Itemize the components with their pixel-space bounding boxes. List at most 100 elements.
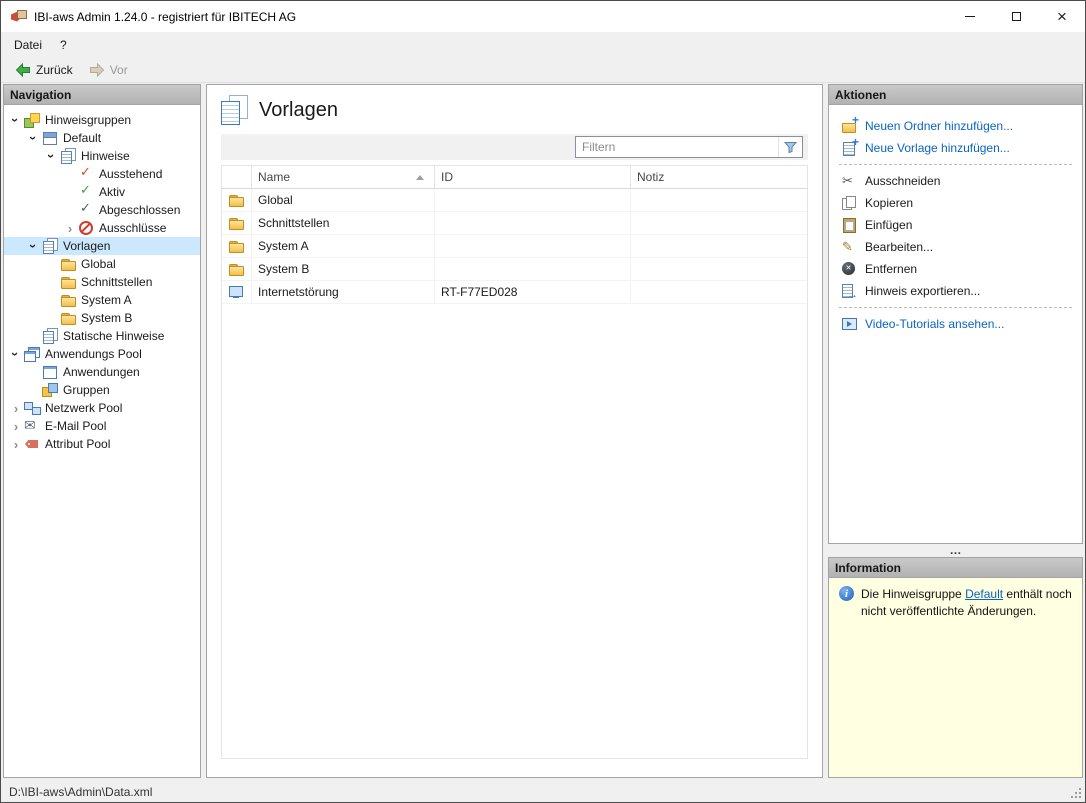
tree-item-label: Hinweise xyxy=(78,149,133,163)
cell-name: Schnittstellen xyxy=(252,212,435,234)
column-header-name[interactable]: Name xyxy=(252,166,435,188)
table-body: Global Schnittstellen xyxy=(222,189,807,758)
forward-button[interactable]: Vor xyxy=(83,60,134,80)
menu-item-help[interactable]: ? xyxy=(51,32,76,57)
column-header-id[interactable]: ID xyxy=(435,166,631,188)
column-label-name: Name xyxy=(258,170,290,184)
tree-item-system-b[interactable]: System B xyxy=(4,309,200,327)
page-title: Vorlagen xyxy=(259,99,338,122)
remove-icon xyxy=(841,261,857,277)
tree-item-default[interactable]: Default xyxy=(4,129,200,147)
action-paste[interactable]: Einfügen xyxy=(829,214,1082,236)
chevron-right-icon[interactable] xyxy=(8,436,24,452)
action-new-folder[interactable]: Neuen Ordner hinzufügen... xyxy=(829,115,1082,137)
cell-name: Global xyxy=(252,189,435,211)
static-hints-icon xyxy=(42,328,58,344)
tree-item-label: Ausschlüsse xyxy=(96,221,169,235)
maximize-button[interactable] xyxy=(993,1,1039,32)
table-row-system-a[interactable]: System A xyxy=(222,235,807,258)
attribute-pool-icon xyxy=(24,436,40,452)
tree-item-email-pool[interactable]: E-Mail Pool xyxy=(4,417,200,435)
table-row-system-b[interactable]: System B xyxy=(222,258,807,281)
table-header-row: Name ID Notiz xyxy=(222,166,807,189)
folder-icon xyxy=(228,192,244,208)
tree-item-schnittstellen[interactable]: Schnittstellen xyxy=(4,273,200,291)
tree-item-label: Gruppen xyxy=(60,383,113,397)
tree-item-abgeschlossen[interactable]: Abgeschlossen xyxy=(4,201,200,219)
resize-grip[interactable] xyxy=(1079,796,1081,798)
tree-item-system-a[interactable]: System A xyxy=(4,291,200,309)
default-group-link[interactable]: Default xyxy=(965,587,1003,601)
chevron-right-icon[interactable] xyxy=(8,418,24,434)
chevron-right-icon[interactable] xyxy=(8,400,24,416)
folder-icon xyxy=(60,292,76,308)
separator xyxy=(839,307,1072,308)
tree-item-aktiv[interactable]: Aktiv xyxy=(4,183,200,201)
paste-icon xyxy=(841,217,857,233)
tree-item-label: Attribut Pool xyxy=(42,437,113,451)
info-icon xyxy=(839,586,854,601)
tree-item-label: System A xyxy=(78,293,135,307)
folder-icon xyxy=(60,310,76,326)
back-button[interactable]: Zurück xyxy=(9,60,79,80)
table-row-internetstoerung[interactable]: Internetstörung RT-F77ED028 xyxy=(222,281,807,304)
pending-icon xyxy=(78,166,94,182)
sort-ascending-icon xyxy=(416,175,424,180)
close-button[interactable] xyxy=(1039,1,1085,32)
chevron-down-icon[interactable] xyxy=(8,346,24,362)
chevron-down-icon[interactable] xyxy=(44,148,60,164)
action-new-template[interactable]: Neue Vorlage hinzufügen... xyxy=(829,137,1082,159)
table-row-global[interactable]: Global xyxy=(222,189,807,212)
expander-placeholder xyxy=(62,166,78,182)
navigation-header: Navigation xyxy=(3,84,201,104)
completed-icon xyxy=(78,202,94,218)
cell-notiz xyxy=(631,235,807,257)
actions-panel: Neuen Ordner hinzufügen... Neue Vorlage … xyxy=(828,104,1083,544)
templates-page-icon xyxy=(219,95,249,126)
scissors-icon xyxy=(841,173,857,189)
new-template-icon xyxy=(841,140,857,156)
chevron-right-icon[interactable] xyxy=(62,220,78,236)
tree-item-anwendungen[interactable]: Anwendungen xyxy=(4,363,200,381)
tree-item-attribut-pool[interactable]: Attribut Pool xyxy=(4,435,200,453)
tree-item-label: Ausstehend xyxy=(96,167,165,181)
action-video-tutorials[interactable]: Video-Tutorials ansehen... xyxy=(829,313,1082,335)
menu-item-datei[interactable]: Datei xyxy=(5,32,51,57)
action-edit[interactable]: Bearbeiten... xyxy=(829,236,1082,258)
tree-item-ausstehend[interactable]: Ausstehend xyxy=(4,165,200,183)
tree-item-anwendungs-pool[interactable]: Anwendungs Pool xyxy=(4,345,200,363)
action-copy[interactable]: Kopieren xyxy=(829,192,1082,214)
cell-name: Internetstörung xyxy=(252,281,435,303)
action-label: Ausschneiden xyxy=(865,174,940,188)
tree-item-netzwerk-pool[interactable]: Netzwerk Pool xyxy=(4,399,200,417)
filter-input[interactable] xyxy=(576,138,778,156)
cell-notiz xyxy=(631,258,807,280)
tree-item-vorlagen[interactable]: Vorlagen xyxy=(4,237,200,255)
panel-splitter[interactable]: … xyxy=(828,544,1083,557)
tree-item-statische-hinweise[interactable]: Statische Hinweise xyxy=(4,327,200,345)
action-cut[interactable]: Ausschneiden xyxy=(829,170,1082,192)
table-row-schnittstellen[interactable]: Schnittstellen xyxy=(222,212,807,235)
chevron-down-icon[interactable] xyxy=(26,238,42,254)
tree-item-ausschluesse[interactable]: Ausschlüsse xyxy=(4,219,200,237)
tree-item-label: Schnittstellen xyxy=(78,275,155,289)
status-file-path: D:\IBI-aws\Admin\Data.xml xyxy=(9,785,152,799)
forward-label: Vor xyxy=(110,63,128,77)
tree-item-gruppen[interactable]: Gruppen xyxy=(4,381,200,399)
chevron-down-icon[interactable] xyxy=(8,112,24,128)
chevron-down-icon[interactable] xyxy=(26,130,42,146)
action-remove[interactable]: Entfernen xyxy=(829,258,1082,280)
cell-name: System A xyxy=(252,235,435,257)
app-icon xyxy=(10,9,26,25)
minimize-button[interactable] xyxy=(947,1,993,32)
maximize-icon xyxy=(1012,12,1021,21)
tree-item-label: E-Mail Pool xyxy=(42,419,109,433)
column-header-notiz[interactable]: Notiz xyxy=(631,166,807,188)
tree-item-hinweise[interactable]: Hinweise xyxy=(4,147,200,165)
tree-item-hinweisgruppen[interactable]: Hinweisgruppen xyxy=(4,111,200,129)
filter-funnel-icon[interactable] xyxy=(778,137,802,157)
tree-item-global[interactable]: Global xyxy=(4,255,200,273)
back-label: Zurück xyxy=(36,63,73,77)
tree-item-label: Anwendungs Pool xyxy=(42,347,145,361)
action-export-hint[interactable]: Hinweis exportieren... xyxy=(829,280,1082,302)
